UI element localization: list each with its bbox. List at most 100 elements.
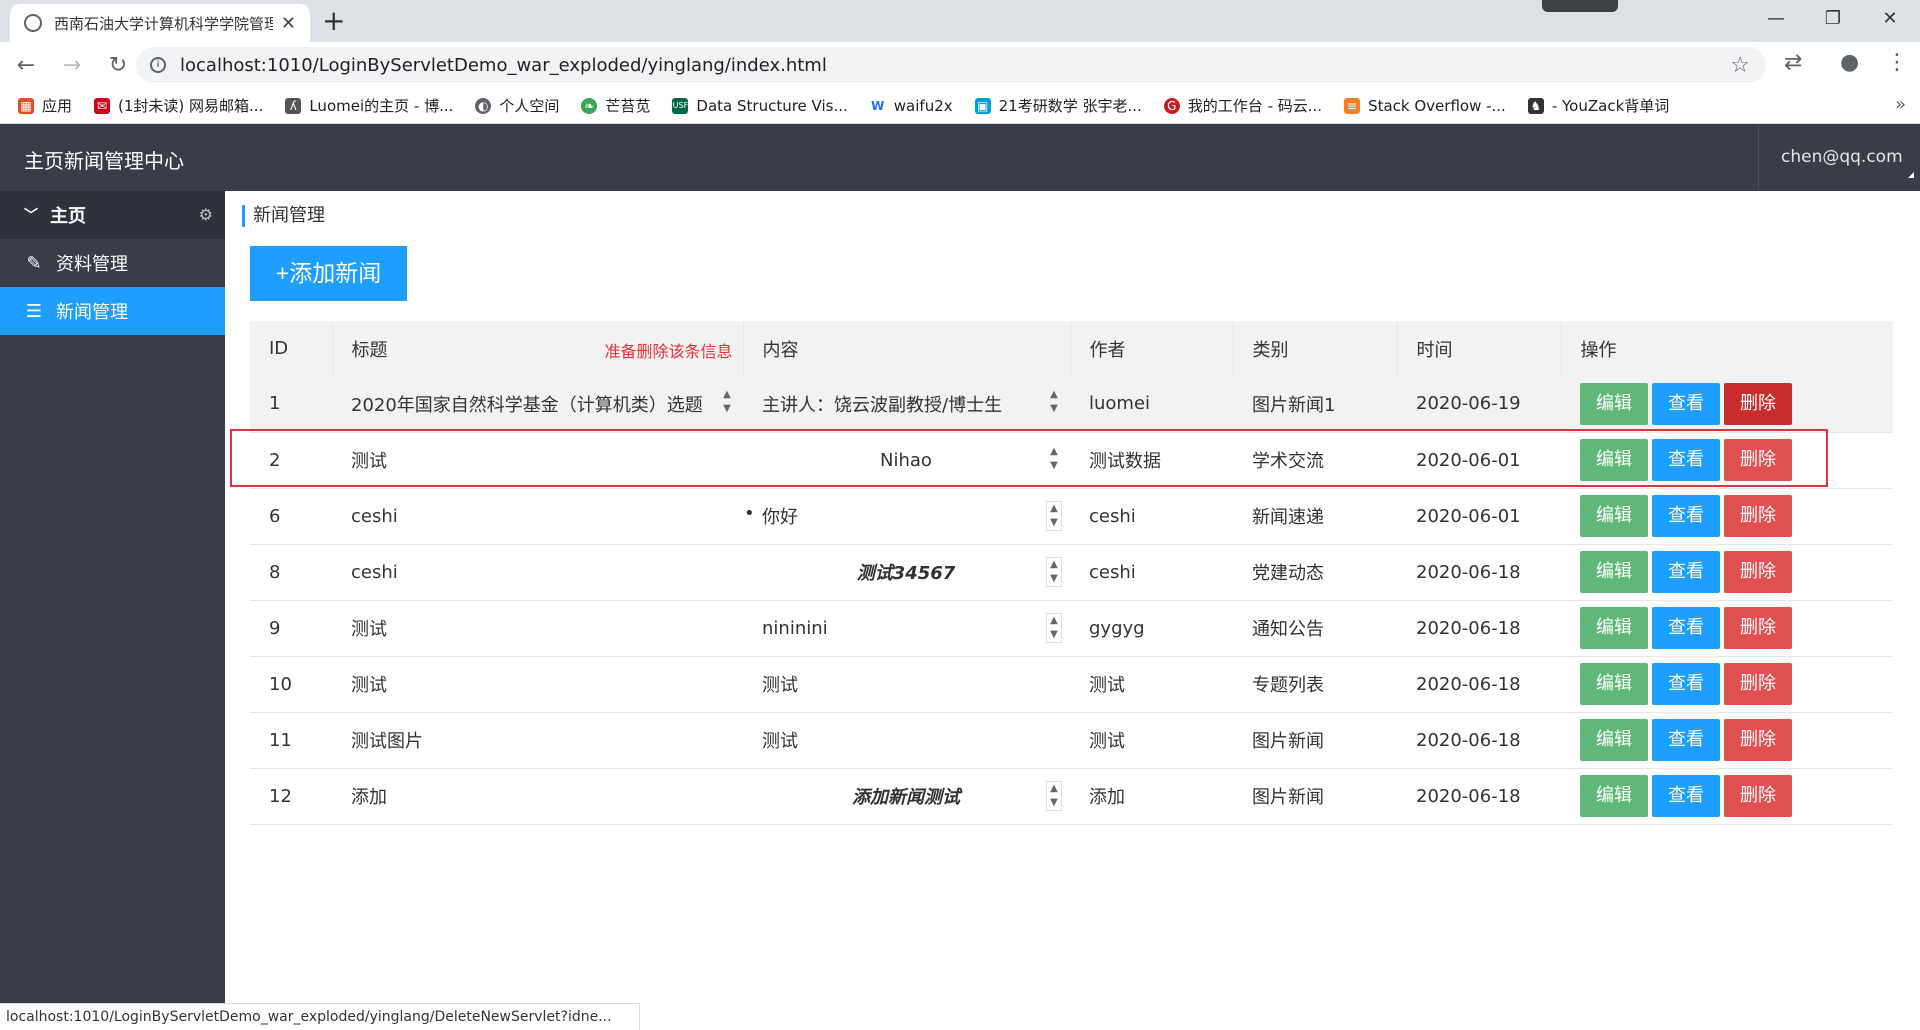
cell-title: 添加 — [332, 768, 743, 825]
cell-actions: 编辑 查看 删除 — [1561, 768, 1893, 825]
bookmarks-overflow-icon[interactable]: » — [1895, 94, 1906, 115]
bookmark-item[interactable]: G 我的工作台 - 码云... — [1163, 95, 1322, 116]
bookmark-star-icon[interactable]: ☆ — [1730, 53, 1750, 78]
scroll-spinner-icon[interactable]: ▲ ▼ — [1046, 500, 1062, 531]
extension-icon[interactable]: ⇄ — [1784, 50, 1802, 75]
delete-button[interactable]: 删除 — [1724, 382, 1792, 425]
extension-indicator — [1542, 0, 1618, 12]
cell-title: 测试 — [332, 432, 743, 489]
sidebar-section-home[interactable]: ﹀ 主页 ⚙ — [0, 191, 225, 239]
restore-icon[interactable]: ❐ — [1803, 4, 1863, 34]
cell-actions: 编辑 查看 删除 — [1561, 600, 1893, 657]
cell-id: 2 — [250, 432, 332, 489]
cell-content: 添加新闻测试 ▲ ▼ — [743, 768, 1070, 825]
edit-button[interactable]: 编辑 — [1580, 719, 1648, 761]
user-email: chen@qq.com — [1781, 147, 1903, 167]
caret-icon — [1908, 172, 1914, 178]
browser-tab[interactable]: 西南石油大学计算机科学学院管理 ✕ — [10, 4, 310, 42]
view-button[interactable]: 查看 — [1652, 607, 1720, 649]
table-row: 2 测试 Nihao ▲ ▼ 测试数据 学术交流 2020-06-01 编辑 查看 删除 — [250, 432, 1893, 489]
cell-category: 图片新闻 — [1233, 768, 1397, 825]
cell-title: 2020年国家自然科学基金（计算机类）选题 ▲ ▼ — [332, 376, 743, 433]
table-row: 9 测试 nininini ▲ ▼ gygyg 通知公告 2020-06-18 编辑… — [250, 600, 1893, 657]
edit-button[interactable]: 编辑 — [1580, 775, 1648, 817]
table-header-row: ID 标题 准备删除该条信息 内容 作者 类别 时间 操作 — [250, 321, 1893, 376]
delete-hint: 准备删除该条信息 — [604, 342, 733, 361]
blog-icon: ʎ — [285, 97, 302, 114]
site-info-icon[interactable]: i — [150, 57, 166, 73]
cell-time: 2020-06-18 — [1397, 600, 1561, 657]
scroll-spinner-icon[interactable]: ▲ ▼ — [1046, 388, 1062, 418]
profile-avatar-icon[interactable]: ● — [1840, 50, 1859, 75]
scroll-spinner-icon[interactable]: ▲ ▼ — [1046, 556, 1062, 587]
view-button[interactable]: 查看 — [1652, 775, 1720, 817]
edit-button[interactable]: 编辑 — [1580, 382, 1648, 425]
cell-id: 1 — [250, 376, 332, 433]
bookmark-item[interactable]: ♞ - YouZack背单词 — [1527, 95, 1669, 116]
cell-author: luomei — [1070, 376, 1233, 433]
view-button[interactable]: 查看 — [1652, 719, 1720, 761]
back-arrow-icon[interactable]: ← — [6, 53, 46, 78]
sidebar-item-news[interactable]: ☰ 新闻管理 — [0, 287, 225, 335]
bookmark-item[interactable]: ❧ 芒苔苋 — [581, 95, 650, 116]
bookmark-item[interactable]: ≡ Stack Overflow -... — [1344, 97, 1506, 115]
cell-time: 2020-06-01 — [1397, 488, 1561, 545]
bookmark-item[interactable]: ʎ Luomei的主页 - 博... — [285, 95, 453, 116]
forward-arrow-icon[interactable]: → — [52, 53, 92, 78]
edit-button[interactable]: 编辑 — [1580, 495, 1648, 537]
view-button[interactable]: 查看 — [1652, 551, 1720, 593]
delete-button[interactable]: 删除 — [1724, 663, 1792, 705]
bookmark-item[interactable]: ✉ (1封未读) 网易邮箱... — [94, 95, 263, 116]
cell-id: 12 — [250, 768, 332, 825]
add-news-button[interactable]: +添加新闻 — [250, 246, 407, 301]
browser-tab-strip: 西南石油大学计算机科学学院管理 ✕ + — ❐ ✕ — [0, 0, 1920, 42]
close-tab-icon[interactable]: ✕ — [281, 13, 296, 34]
cell-category: 图片新闻 — [1233, 712, 1397, 769]
netease-mail-icon: ✉ — [94, 97, 111, 114]
address-bar[interactable]: i localhost:1010/LoginByServletDemo_war_… — [136, 47, 1766, 83]
cell-content: nininini ▲ ▼ — [743, 600, 1070, 657]
breadcrumb: 新闻管理 — [242, 205, 325, 227]
bookmark-item[interactable]: Wwaifu2x — [869, 97, 953, 115]
bookmark-item[interactable]: ◐ 个人空间 — [475, 95, 559, 116]
edit-button[interactable]: 编辑 — [1580, 551, 1648, 593]
user-menu[interactable]: chen@qq.com — [1758, 124, 1920, 191]
view-button[interactable]: 查看 — [1652, 439, 1720, 481]
bookmark-item[interactable]: ▣ 21考研数学 张宇老... — [974, 95, 1142, 116]
minimize-icon[interactable]: — — [1746, 4, 1806, 34]
scroll-spinner-icon[interactable]: ▲ ▼ — [1046, 612, 1062, 643]
app-title: 主页新闻管理中心 — [24, 149, 184, 173]
gear-icon[interactable]: ⚙ — [199, 205, 213, 224]
view-button[interactable]: 查看 — [1652, 382, 1720, 425]
sidebar-item-profile[interactable]: ✎ 资料管理 — [0, 239, 225, 287]
view-button[interactable]: 查看 — [1652, 495, 1720, 537]
window-close-icon[interactable]: ✕ — [1860, 4, 1920, 34]
edit-button[interactable]: 编辑 — [1580, 663, 1648, 705]
delete-button[interactable]: 删除 — [1724, 775, 1792, 817]
table-row: 1 2020年国家自然科学基金（计算机类）选题 ▲ ▼ 主讲人：饶云波副教授/博士生… — [250, 376, 1893, 433]
stackoverflow-icon: ≡ — [1344, 97, 1361, 114]
view-button[interactable]: 查看 — [1652, 663, 1720, 705]
bookmark-item[interactable]: USF Data Structure Vis... — [672, 97, 848, 115]
cell-time: 2020-06-18 — [1397, 768, 1561, 825]
reload-icon[interactable]: ↻ — [98, 53, 138, 78]
cell-content: 测试34567 ▲ ▼ — [743, 544, 1070, 601]
scroll-spinner-icon[interactable]: ▲ ▼ — [719, 388, 735, 418]
edit-button[interactable]: 编辑 — [1580, 607, 1648, 649]
delete-button[interactable]: 删除 — [1724, 495, 1792, 537]
scroll-spinner-icon[interactable]: ▲ ▼ — [1046, 445, 1062, 475]
cell-content: 测试 — [743, 656, 1070, 713]
scroll-spinner-icon[interactable]: ▲ ▼ — [1046, 780, 1062, 811]
bookmark-item[interactable]: ▦ 应用 — [18, 95, 72, 116]
edit-button[interactable]: 编辑 — [1580, 439, 1648, 481]
delete-button[interactable]: 删除 — [1724, 607, 1792, 649]
menu-kebab-icon[interactable]: ⋮ — [1886, 50, 1908, 75]
sidebar-item-label: 新闻管理 — [56, 302, 128, 323]
delete-button[interactable]: 删除 — [1724, 551, 1792, 593]
new-tab-button[interactable]: + — [322, 6, 345, 36]
delete-button[interactable]: 删除 — [1724, 719, 1792, 761]
cell-category: 通知公告 — [1233, 600, 1397, 657]
cell-id: 6 — [250, 488, 332, 545]
tab-title: 西南石油大学计算机科学学院管理 — [54, 14, 273, 33]
delete-button[interactable]: 删除 — [1724, 439, 1792, 481]
